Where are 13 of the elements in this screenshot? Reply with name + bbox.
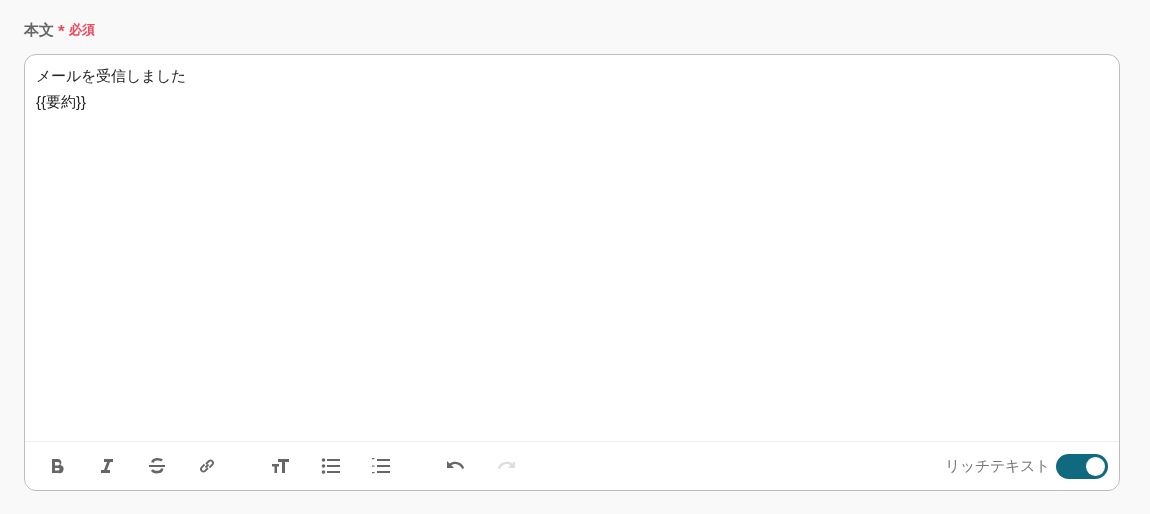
rich-text-label: リッチテキスト <box>945 455 1050 476</box>
numbered-list-icon <box>371 456 391 476</box>
editor-text-line: メールを受信しました <box>36 66 186 86</box>
editor-text-line: {{要約}} <box>36 92 87 112</box>
required-label: 必須 <box>68 21 95 40</box>
bulleted-list-icon <box>321 456 341 476</box>
text-size-icon <box>271 456 291 476</box>
strikethrough-icon <box>147 456 167 476</box>
rich-text-toggle[interactable] <box>1056 453 1108 479</box>
field-label: 本文 <box>24 19 54 40</box>
rich-text-editor[interactable]: メールを受信しました {{要約}} リッチテキスト <box>24 54 1120 491</box>
required-mark: * <box>58 23 65 40</box>
link-icon <box>197 456 217 476</box>
